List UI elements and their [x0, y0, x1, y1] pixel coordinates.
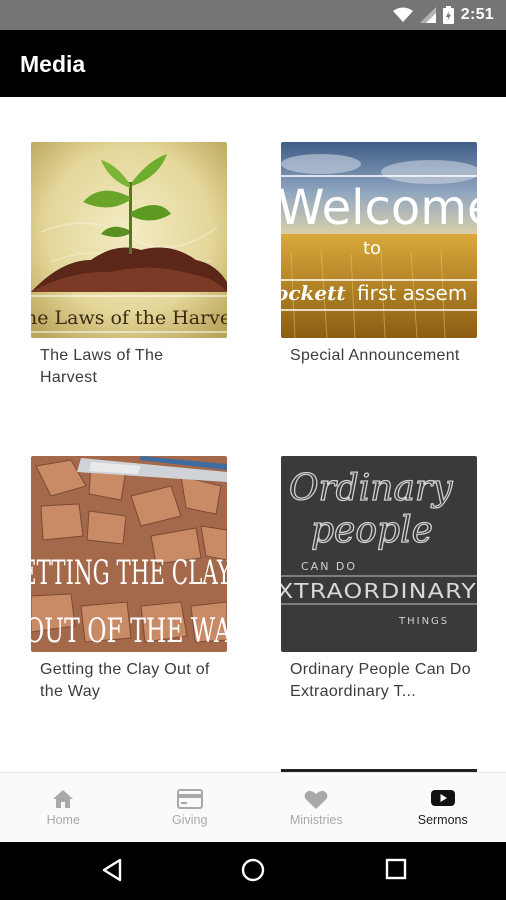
thumb-text: first assem	[357, 281, 467, 305]
system-nav-bar	[0, 842, 506, 900]
media-title[interactable]: Getting the Clay Out of the Way	[40, 659, 225, 703]
media-title[interactable]: Special Announcement	[290, 345, 475, 367]
tab-sermons-label: Sermons	[417, 813, 468, 827]
tab-home-label: Home	[46, 813, 80, 827]
bottom-navigation: Home Giving Ministries Sermons	[0, 772, 506, 842]
thumb-text: he Laws of the Harve	[31, 307, 227, 329]
thumb-text: OUT OF THE WA	[31, 611, 227, 651]
ordinary-people-artwork: Ordinary people CAN DO XTRAORDINARY THIN…	[281, 456, 477, 652]
media-thumbnail[interactable]: Ordinary people CAN DO XTRAORDINARY THIN…	[281, 456, 477, 652]
wifi-icon	[392, 7, 413, 22]
thumb-text: CAN DO	[301, 560, 357, 573]
tab-ministries-label: Ministries	[289, 813, 343, 827]
home-circle-icon[interactable]	[241, 858, 265, 882]
battery-icon	[442, 6, 454, 24]
media-title[interactable]: The Laws of The Harvest	[40, 345, 225, 389]
thumb-text: ockett	[281, 281, 346, 305]
tab-home[interactable]: Home	[0, 773, 127, 842]
cell-signal-icon	[419, 7, 436, 23]
heart-icon	[304, 790, 328, 809]
thumb-text: ETTING THE CLAY	[31, 553, 227, 593]
status-icons: 2:51	[392, 4, 494, 26]
welcome-artwork: Welcome to ockett first assem	[281, 142, 477, 338]
back-icon[interactable]	[101, 858, 123, 882]
clay-artwork: ETTING THE CLAY OUT OF THE WA	[31, 456, 227, 652]
youtube-play-icon	[430, 790, 455, 806]
media-thumbnail[interactable]: he Laws of the Harve	[31, 142, 227, 338]
app-bar: Media	[0, 30, 506, 97]
thumb-text: Ordinary	[289, 468, 453, 509]
page-title: Media	[20, 51, 86, 77]
recents-square-icon[interactable]	[385, 858, 407, 880]
credit-card-icon	[176, 789, 203, 809]
thumb-text: THINGS	[398, 616, 449, 627]
thumb-text: to	[363, 238, 381, 259]
tab-giving[interactable]: Giving	[127, 773, 254, 842]
thumb-text: XTRAORDINARY	[281, 579, 477, 603]
media-title[interactable]: Ordinary People Can Do Extraordinary T..…	[290, 659, 475, 703]
thumb-text: Welcome	[281, 180, 477, 236]
harvest-artwork: he Laws of the Harve	[31, 142, 227, 338]
thumb-text: people	[311, 510, 433, 551]
tab-sermons[interactable]: Sermons	[380, 773, 506, 842]
media-thumbnail[interactable]: Welcome to ockett first assem	[281, 142, 477, 338]
status-bar: 2:51	[0, 0, 506, 30]
tab-ministries[interactable]: Ministries	[253, 773, 380, 842]
tab-giving-label: Giving	[172, 813, 208, 827]
status-time: 2:51	[460, 6, 494, 23]
media-grid: he Laws of the Harve The Laws of The Har…	[0, 97, 506, 772]
home-icon	[53, 790, 74, 808]
media-thumbnail[interactable]: ETTING THE CLAY OUT OF THE WA	[31, 456, 227, 652]
